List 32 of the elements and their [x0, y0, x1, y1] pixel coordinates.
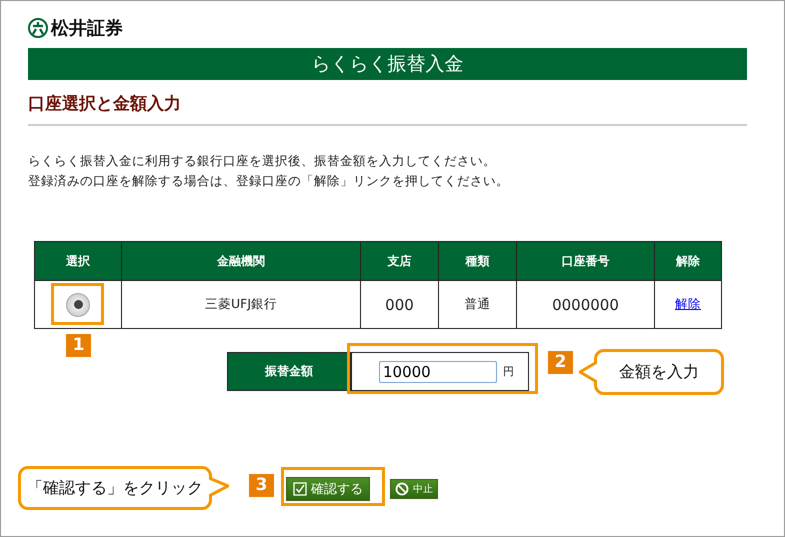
instruction-text: らくらく振替入金に利用する銀行口座を選択後、振替金額を入力してください。 [28, 152, 497, 170]
step-badge: 2 [548, 351, 573, 374]
column-header: 金融機関 [122, 242, 360, 280]
column-header: 選択 [34, 242, 122, 280]
instruction-text: 登録済みの口座を解除する場合は、登録口座の「解除」リンクを押してください。 [28, 172, 510, 190]
section-heading: 口座選択と金額入力 [28, 93, 182, 116]
checkbox-icon [293, 482, 307, 496]
unit-label: 円 [503, 364, 514, 379]
column-header: 口座番号 [516, 242, 654, 280]
confirm-button[interactable]: 確認する [286, 477, 370, 501]
column-header: 支店 [360, 242, 438, 280]
logo-icon [28, 18, 48, 38]
amount-label: 振替金額 [227, 352, 351, 391]
step-badge: 1 [66, 334, 91, 357]
table-cell: 三菱UFJ銀行 [122, 280, 360, 328]
prohibited-icon [395, 482, 409, 496]
logo-text: 松井証券 [51, 17, 123, 40]
remove-link[interactable]: 解除 [675, 296, 701, 311]
table-cell: 0000000 [516, 280, 654, 328]
highlight-frame [51, 283, 104, 325]
step-badge: 3 [249, 474, 274, 497]
amount-field[interactable]: 10000 [379, 360, 497, 382]
callout: 「確認する」をクリック [18, 466, 229, 510]
column-header: 解除 [654, 242, 722, 280]
table-cell: 000 [360, 280, 438, 328]
radio-button[interactable] [66, 292, 90, 316]
callout: 金額を入力 [579, 349, 724, 395]
callout-pointer-icon [579, 360, 597, 384]
column-header: 種類 [438, 242, 516, 280]
cancel-button[interactable]: 中止 [390, 479, 438, 499]
table-cell: 普通 [438, 280, 516, 328]
page-banner: らくらく振替入金 [28, 48, 747, 80]
